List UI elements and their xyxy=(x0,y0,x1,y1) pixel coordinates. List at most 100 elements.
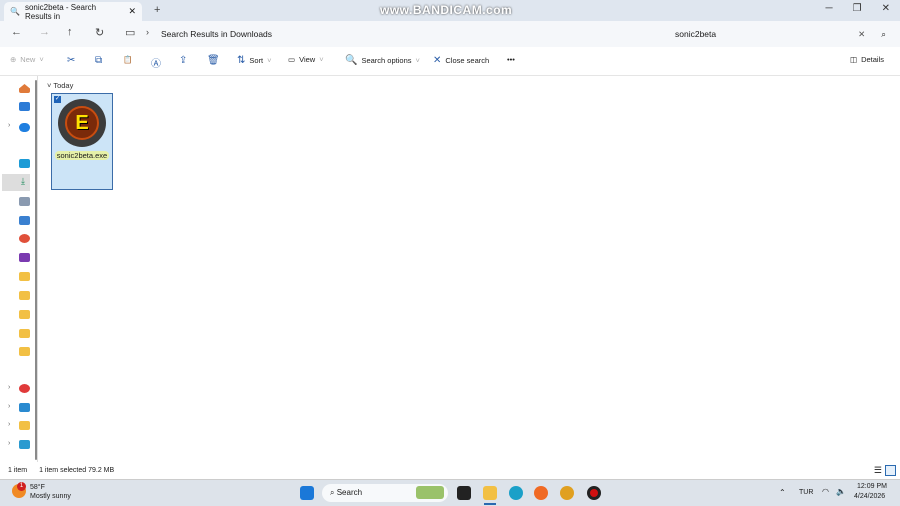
volume-icon[interactable]: 🔈 xyxy=(836,487,846,496)
more-options-button[interactable]: ••• xyxy=(507,55,515,64)
desktop-icon[interactable] xyxy=(19,159,30,168)
new-label: New xyxy=(20,55,36,64)
expand-chevron-icon[interactable]: › xyxy=(8,403,10,410)
firefox-icon[interactable] xyxy=(534,486,548,500)
taskbar: 1 58°F Mostly sunny ⌕ Search ⌃ TUR ◠ 🔈 1… xyxy=(0,479,900,506)
minimize-button[interactable]: ─ xyxy=(826,3,833,14)
details-button[interactable]: ◫ Details xyxy=(850,55,884,64)
close-button[interactable]: ✕ xyxy=(882,3,890,14)
clock-time[interactable]: 12:09 PM xyxy=(857,483,887,490)
folder-icon[interactable] xyxy=(19,272,30,281)
gallery-icon[interactable] xyxy=(19,102,30,111)
view-label: View xyxy=(299,55,316,64)
exe-file-icon: E xyxy=(58,99,106,147)
restore-button[interactable]: ❐ xyxy=(853,3,862,14)
onedrive-icon[interactable] xyxy=(19,123,30,132)
this-pc-icon[interactable]: ▭ xyxy=(125,26,135,39)
drive-icon[interactable] xyxy=(19,384,30,393)
group-label: Today xyxy=(53,81,74,90)
expand-chevron-icon[interactable]: › xyxy=(8,440,10,447)
rename-icon[interactable]: Ⓐ xyxy=(151,55,161,70)
file-name: sonic2beta.exe xyxy=(54,151,110,160)
expand-chevron-icon[interactable]: › xyxy=(8,421,10,428)
tiles-view-icon[interactable] xyxy=(885,465,896,476)
expand-chevron-icon[interactable]: › xyxy=(8,122,10,129)
folder-icon[interactable] xyxy=(19,310,30,319)
checkbox[interactable]: ✓ xyxy=(54,96,61,103)
network-icon[interactable] xyxy=(19,440,30,449)
scrollbar[interactable] xyxy=(35,80,37,460)
wifi-icon[interactable]: ◠ xyxy=(822,487,829,496)
videos-icon[interactable] xyxy=(19,253,30,262)
weather-icon[interactable]: 1 xyxy=(12,482,26,498)
new-button[interactable]: ⊕ New ˅ xyxy=(10,55,44,64)
clear-search-icon[interactable]: ✕ xyxy=(858,29,865,40)
bandicam-icon[interactable] xyxy=(587,486,601,500)
forward-button[interactable]: → xyxy=(39,26,50,38)
group-header-today[interactable]: ˅ Today xyxy=(47,81,73,90)
bandicam-watermark: www.BANDICAM.com xyxy=(380,3,513,17)
show-hidden-icons[interactable]: ⌃ xyxy=(779,488,786,497)
chrome-icon[interactable] xyxy=(560,486,574,500)
close-tab-icon[interactable]: ✕ xyxy=(128,6,136,17)
plus-icon: ⊕ xyxy=(10,55,17,64)
command-bar: ⊕ New ˅ ✂ ⧉ 📋 Ⓐ ⇪ 🗑 ⇅ Sort ˅ ▭ View ˅ 🔍 Search … xyxy=(0,47,900,76)
sort-button[interactable]: ⇅ Sort ˅ xyxy=(237,55,272,66)
search-options-button[interactable]: 🔍 Search options ˅ xyxy=(345,55,420,66)
title-bar: 🔍 sonic2beta - Search Results in ✕ + www… xyxy=(0,0,900,21)
documents-icon[interactable] xyxy=(19,197,30,206)
task-view-icon[interactable] xyxy=(457,486,471,500)
folder-icon[interactable] xyxy=(19,347,30,356)
search-value: sonic2beta xyxy=(675,29,717,39)
details-label: Details xyxy=(861,55,885,64)
home-icon[interactable] xyxy=(19,84,30,93)
delete-icon[interactable]: 🗑 xyxy=(207,55,220,66)
breadcrumb[interactable]: Search Results in Downloads xyxy=(161,29,272,39)
weather-temp: 58°F xyxy=(30,484,45,491)
item-count: 1 item xyxy=(8,467,28,474)
list-view-icon[interactable]: ☰ xyxy=(874,465,882,476)
expand-chevron-icon[interactable]: › xyxy=(8,384,10,391)
navigation-pane: › ⤓ › › › › xyxy=(0,76,38,462)
pictures-icon[interactable] xyxy=(19,216,30,225)
share-icon[interactable]: ⇪ xyxy=(179,55,187,66)
search-options-label: Search options xyxy=(361,56,412,65)
folder-icon[interactable] xyxy=(19,421,30,430)
file-explorer-icon[interactable] xyxy=(483,486,497,500)
active-indicator xyxy=(484,503,496,505)
taskbar-search[interactable]: ⌕ Search xyxy=(322,484,448,502)
search-highlight-icon xyxy=(416,486,444,499)
selection-info: 1 item selected 79.2 MB xyxy=(39,467,115,474)
close-search-label: Close search xyxy=(445,56,490,65)
start-icon[interactable] xyxy=(300,486,314,500)
cut-icon[interactable]: ✂ xyxy=(67,55,75,66)
edge-icon[interactable] xyxy=(509,486,523,500)
weather-badge: 1 xyxy=(17,482,26,491)
back-button[interactable]: ← xyxy=(11,26,22,38)
new-tab-button[interactable]: + xyxy=(154,4,160,16)
search-icon[interactable]: ⌕ xyxy=(881,29,886,40)
tab-title: sonic2beta - Search Results in xyxy=(24,2,97,21)
weather-desc: Mostly sunny xyxy=(30,493,71,500)
search-input[interactable]: sonic2beta ✕ ⌕ xyxy=(668,24,893,44)
search-label: Search xyxy=(336,488,363,497)
breadcrumb-chevron-icon[interactable]: › xyxy=(146,27,149,37)
folder-icon[interactable] xyxy=(19,329,30,338)
file-item[interactable]: ✓ E sonic2beta.exe xyxy=(51,93,113,190)
refresh-button[interactable]: ↻ xyxy=(95,26,104,39)
tab-search-results[interactable]: 🔍 sonic2beta - Search Results in ✕ xyxy=(4,2,142,21)
music-icon[interactable] xyxy=(19,234,30,243)
copy-icon[interactable]: ⧉ xyxy=(95,55,102,66)
input-language[interactable]: TUR xyxy=(799,489,813,496)
clock-date[interactable]: 4/24/2026 xyxy=(854,493,885,500)
search-icon: 🔍 xyxy=(10,7,20,16)
up-button[interactable]: ↑ xyxy=(67,26,73,38)
folder-icon[interactable] xyxy=(19,291,30,300)
downloads-item[interactable]: ⤓ xyxy=(2,174,30,191)
close-search-button[interactable]: ✕ Close search xyxy=(433,55,489,66)
view-button[interactable]: ▭ View ˅ xyxy=(288,55,324,64)
this-pc-icon[interactable] xyxy=(19,403,30,412)
address-bar: ← → ↑ ↻ ▭ › Search Results in Downloads … xyxy=(0,21,900,47)
sort-label: Sort xyxy=(249,56,264,65)
paste-icon[interactable]: 📋 xyxy=(123,55,132,64)
